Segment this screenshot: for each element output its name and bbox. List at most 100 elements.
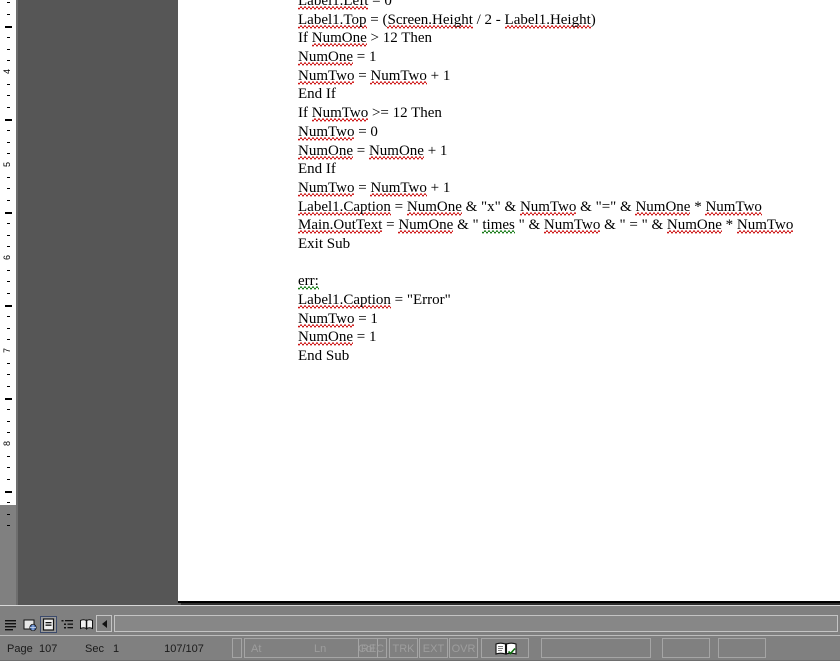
- document-line[interactable]: NumTwo = 1: [298, 310, 840, 329]
- view-and-scroll-row: [0, 605, 840, 635]
- document-line[interactable]: Label1.Caption = "Error": [298, 291, 840, 310]
- document-line[interactable]: Main.OutText = NumOne & " times " & NumT…: [298, 216, 840, 235]
- at-label: At: [251, 643, 262, 655]
- document-line[interactable]: Label1.Caption = NumOne & "x" & NumTwo &…: [298, 198, 840, 217]
- view-mode-buttons: [0, 615, 95, 633]
- status-extra-value-1: [668, 638, 670, 658]
- line-label: Ln: [314, 643, 327, 655]
- section-number[interactable]: 1: [112, 638, 120, 658]
- status-extra-cell-2[interactable]: [718, 638, 766, 658]
- spelling-error-text: Label1.Caption: [298, 198, 391, 215]
- reading-layout-view-button[interactable]: [78, 615, 95, 633]
- ruler-minor-tick: [0, 242, 16, 251]
- ruler-minor-tick: [0, 184, 16, 193]
- document-line[interactable]: Label1.Top = (Screen.Height / 2 - Label1…: [298, 11, 840, 30]
- document-line[interactable]: If NumOne > 12 Then: [298, 29, 840, 48]
- ruler-number-label: 4: [2, 68, 13, 75]
- spelling-error-text: NumTwo: [370, 179, 427, 196]
- trk-flag[interactable]: TRK: [389, 638, 418, 658]
- document-line[interactable]: NumOne = NumOne + 1: [298, 142, 840, 161]
- horizontal-scroll-track[interactable]: [114, 615, 838, 632]
- normal-view-button[interactable]: [2, 615, 19, 633]
- ruler-minor-tick: [0, 10, 16, 19]
- page-of-total[interactable]: 107/107: [139, 638, 229, 658]
- ruler-half-inch-tick: [0, 208, 16, 217]
- document-line[interactable]: NumTwo = NumTwo + 1: [298, 179, 840, 198]
- open-book-icon[interactable]: [481, 638, 529, 658]
- ruler-minor-tick: [0, 56, 16, 65]
- document-line[interactable]: End If: [298, 160, 840, 179]
- spelling-error-text: NumOne: [398, 217, 454, 234]
- ruler-minor-tick: [0, 289, 16, 298]
- language-cell[interactable]: [541, 638, 651, 658]
- section-label: Sec: [85, 643, 104, 655]
- rec-flag[interactable]: REC: [358, 638, 387, 658]
- ruler-half-inch-tick: [0, 301, 16, 310]
- document-line[interactable]: NumOne = 1: [298, 48, 840, 67]
- line-value: [336, 638, 338, 658]
- status-extra-value-2: [724, 638, 726, 658]
- spelling-error-text: Main.OutText: [298, 217, 383, 234]
- document-line[interactable]: NumOne = 1: [298, 328, 840, 347]
- document-text-body[interactable]: Label1.Left = 0 Label1.Top = (Screen.Heig…: [298, 0, 840, 366]
- document-line[interactable]: Label1.Left = 0: [298, 0, 840, 11]
- at-value: [285, 638, 287, 658]
- spelling-error-text: Label1.Left: [298, 0, 369, 10]
- ruler-half-inch-tick: [0, 394, 16, 403]
- spelling-error-text: Screen.Height: [387, 11, 473, 28]
- ruler-half-inch-tick: [0, 115, 16, 124]
- ruler-minor-tick: [0, 428, 16, 437]
- vertical-ruler[interactable]: 4 5 6 7 8: [0, 0, 16, 605]
- spelling-error-text: NumOne: [406, 198, 462, 215]
- document-line[interactable]: Exit Sub: [298, 235, 840, 254]
- viewbar-top-divider: [0, 605, 840, 606]
- ruler-minor-tick: [0, 80, 16, 89]
- ext-flag[interactable]: EXT: [419, 638, 448, 658]
- ruler-minor-tick: [0, 91, 16, 100]
- document-page[interactable]: Label1.Left = 0 Label1.Top = (Screen.Heig…: [178, 0, 840, 603]
- spelling-error-text: NumOne: [298, 142, 353, 159]
- ruler-number-label: 8: [2, 440, 13, 447]
- ruler-number-label: 6: [2, 254, 13, 261]
- grammar-error-text: err:: [298, 273, 319, 290]
- ruler-minor-tick: [0, 103, 16, 112]
- ruler-minor-tick: [0, 335, 16, 344]
- document-line[interactable]: NumTwo = 0: [298, 123, 840, 142]
- ruler-minor-tick: [0, 370, 16, 379]
- page-number[interactable]: 107: [38, 638, 58, 658]
- document-line[interactable]: err:: [298, 272, 840, 291]
- document-line[interactable]: End Sub: [298, 347, 840, 366]
- web-layout-view-button[interactable]: [21, 615, 38, 633]
- ruler-minor-tick: [0, 510, 16, 519]
- ruler-minor-tick: [0, 126, 16, 135]
- spelling-error-text: NumTwo: [543, 217, 601, 234]
- grammar-error-text: times: [482, 217, 515, 234]
- document-line[interactable]: End If: [298, 85, 840, 104]
- horizontal-scrollbar[interactable]: [96, 615, 840, 633]
- scroll-left-arrow-button[interactable]: [96, 615, 112, 632]
- spelling-error-text: NumOne: [298, 49, 353, 66]
- spelling-error-text: NumOne: [368, 142, 424, 159]
- ruler-minor-tick: [0, 324, 16, 333]
- ruler-minor-tick: [0, 173, 16, 182]
- ruler-minor-tick: [0, 452, 16, 461]
- ruler-minor-tick: [0, 312, 16, 321]
- print-layout-view-button[interactable]: [40, 615, 57, 633]
- spelling-error-text: NumTwo: [705, 198, 762, 215]
- ruler-minor-tick: [0, 138, 16, 147]
- ruler-half-inch-tick: [0, 487, 16, 496]
- ovr-flag[interactable]: OVR: [449, 638, 478, 658]
- document-line[interactable]: If NumTwo >= 12 Then: [298, 104, 840, 123]
- document-scroll-area[interactable]: Label1.Left = 0 Label1.Top = (Screen.Heig…: [18, 0, 840, 605]
- outline-view-button[interactable]: [59, 615, 76, 633]
- ruler-minor-tick: [0, 521, 16, 530]
- ruler-number-label: 7: [2, 347, 13, 354]
- status-bar: Page 107 Sec 1 107/107 At Ln Col REC TRK…: [0, 635, 840, 661]
- status-extra-cell-1[interactable]: [662, 638, 710, 658]
- spelling-error-text: NumTwo: [298, 179, 355, 196]
- spelling-error-text: NumOne: [635, 198, 691, 215]
- spelling-error-text: Label1.Height: [504, 11, 591, 28]
- ruler-minor-tick: [0, 405, 16, 414]
- document-line[interactable]: [298, 254, 840, 273]
- document-line[interactable]: NumTwo = NumTwo + 1: [298, 67, 840, 86]
